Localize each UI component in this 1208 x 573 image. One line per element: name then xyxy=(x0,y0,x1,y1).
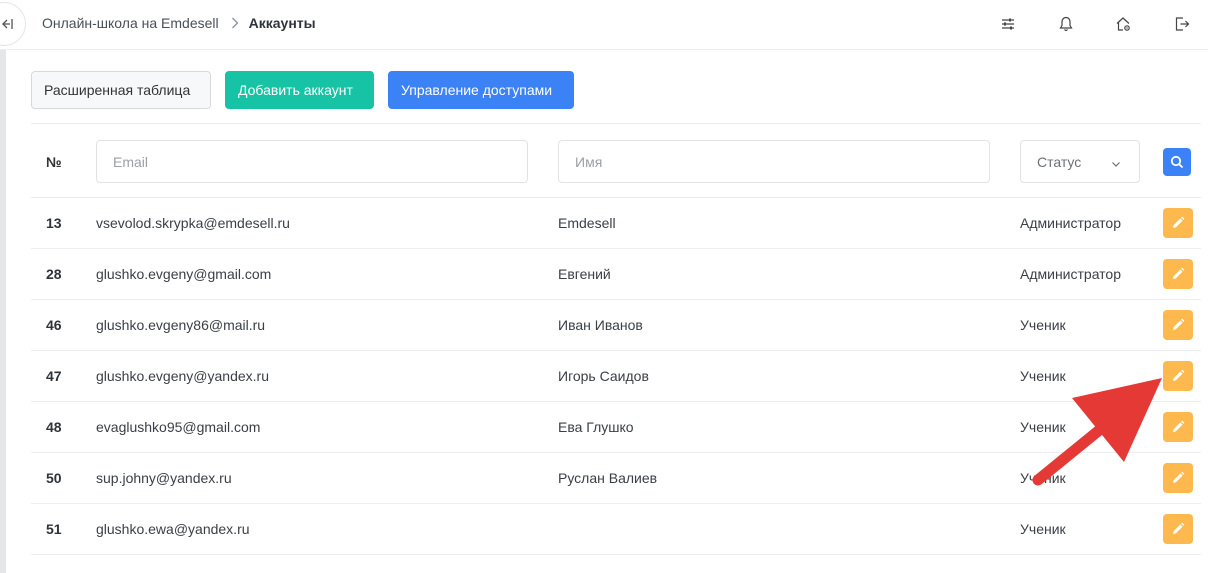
pencil-icon xyxy=(1171,216,1185,230)
row-name: Иван Иванов xyxy=(558,317,643,333)
search-icon xyxy=(1170,155,1184,169)
row-email: glushko.evgeny@gmail.com xyxy=(96,266,272,282)
breadcrumb-school-link[interactable]: Онлайн-школа на Emdesell xyxy=(42,15,219,31)
row-status: Ученик xyxy=(1020,317,1066,333)
row-email: glushko.evgeny@yandex.ru xyxy=(96,368,269,384)
row-number: 50 xyxy=(46,470,62,486)
row-name: Руслан Валиев xyxy=(558,470,658,486)
status-filter-select[interactable]: Статус xyxy=(1020,140,1140,183)
row-number: 13 xyxy=(46,215,62,231)
breadcrumb: Онлайн-школа на Emdesell Аккаунты xyxy=(42,15,316,31)
sidebar-rail xyxy=(0,50,6,573)
edit-account-button[interactable] xyxy=(1163,310,1193,340)
extended-table-button[interactable]: Расширенная таблица xyxy=(31,71,211,109)
breadcrumb-current: Аккаунты xyxy=(248,15,316,31)
annotation-arrow xyxy=(1032,378,1162,486)
number-column-header: № xyxy=(46,154,62,170)
filter-row: № Статус xyxy=(31,123,1201,198)
row-number: 47 xyxy=(46,368,62,384)
name-filter-input[interactable] xyxy=(558,140,990,183)
toolbar: Расширенная таблица Добавить аккаунт Упр… xyxy=(31,71,574,109)
pencil-icon xyxy=(1171,420,1185,434)
edit-account-button[interactable] xyxy=(1163,259,1193,289)
pencil-icon xyxy=(1171,522,1185,536)
row-status: Администратор xyxy=(1020,266,1122,282)
row-number: 48 xyxy=(46,419,62,435)
row-status: Ученик xyxy=(1020,521,1066,537)
row-name: Игорь Саидов xyxy=(558,368,649,384)
search-button[interactable] xyxy=(1163,148,1191,176)
access-management-button[interactable]: Управление доступами xyxy=(388,71,574,109)
home-gear-icon[interactable] xyxy=(1113,14,1133,34)
row-name: Евгений xyxy=(558,266,611,282)
row-email: sup.johny@yandex.ru xyxy=(96,470,232,486)
pencil-icon xyxy=(1171,369,1185,383)
sliders-icon[interactable] xyxy=(998,14,1018,34)
bell-icon[interactable] xyxy=(1056,14,1076,34)
row-email: vsevolod.skrypka@emdesell.ru xyxy=(96,215,290,231)
table-row: 46 glushko.evgeny86@mail.ru Иван Иванов Уче… xyxy=(31,300,1201,351)
row-name: Emdesell xyxy=(558,215,616,231)
table-row: 13 vsevolod.skrypka@emdesell.ru Emdesell Ад… xyxy=(31,198,1201,249)
row-number: 46 xyxy=(46,317,62,333)
table-row: 51 glushko.ewa@yandex.ru Ученик xyxy=(31,504,1201,555)
row-name: Ева Глушко xyxy=(558,419,634,435)
row-status: Администратор xyxy=(1020,215,1122,231)
email-filter-input[interactable] xyxy=(96,140,528,183)
logout-icon[interactable] xyxy=(1172,14,1192,34)
pencil-icon xyxy=(1171,318,1185,332)
collapse-left-icon xyxy=(2,19,13,29)
edit-account-button[interactable] xyxy=(1163,514,1193,544)
row-number: 28 xyxy=(46,266,62,282)
status-select-value: Статус xyxy=(1037,153,1082,170)
sidebar-collapse-button[interactable] xyxy=(0,2,26,46)
pencil-icon xyxy=(1171,267,1185,281)
table-row: 28 glushko.evgeny@gmail.com Евгений Админис… xyxy=(31,249,1201,300)
row-email: evaglushko95@gmail.com xyxy=(96,419,261,435)
chevron-down-icon xyxy=(1111,156,1121,172)
edit-account-button[interactable] xyxy=(1163,208,1193,238)
row-email: glushko.evgeny86@mail.ru xyxy=(96,317,266,333)
row-number: 51 xyxy=(46,521,62,537)
row-email: glushko.ewa@yandex.ru xyxy=(96,521,250,537)
pencil-icon xyxy=(1171,471,1185,485)
chevron-right-icon xyxy=(231,17,239,29)
add-account-button[interactable]: Добавить аккаунт xyxy=(225,71,374,109)
top-header: Онлайн-школа на Emdesell Аккаунты xyxy=(0,0,1208,50)
